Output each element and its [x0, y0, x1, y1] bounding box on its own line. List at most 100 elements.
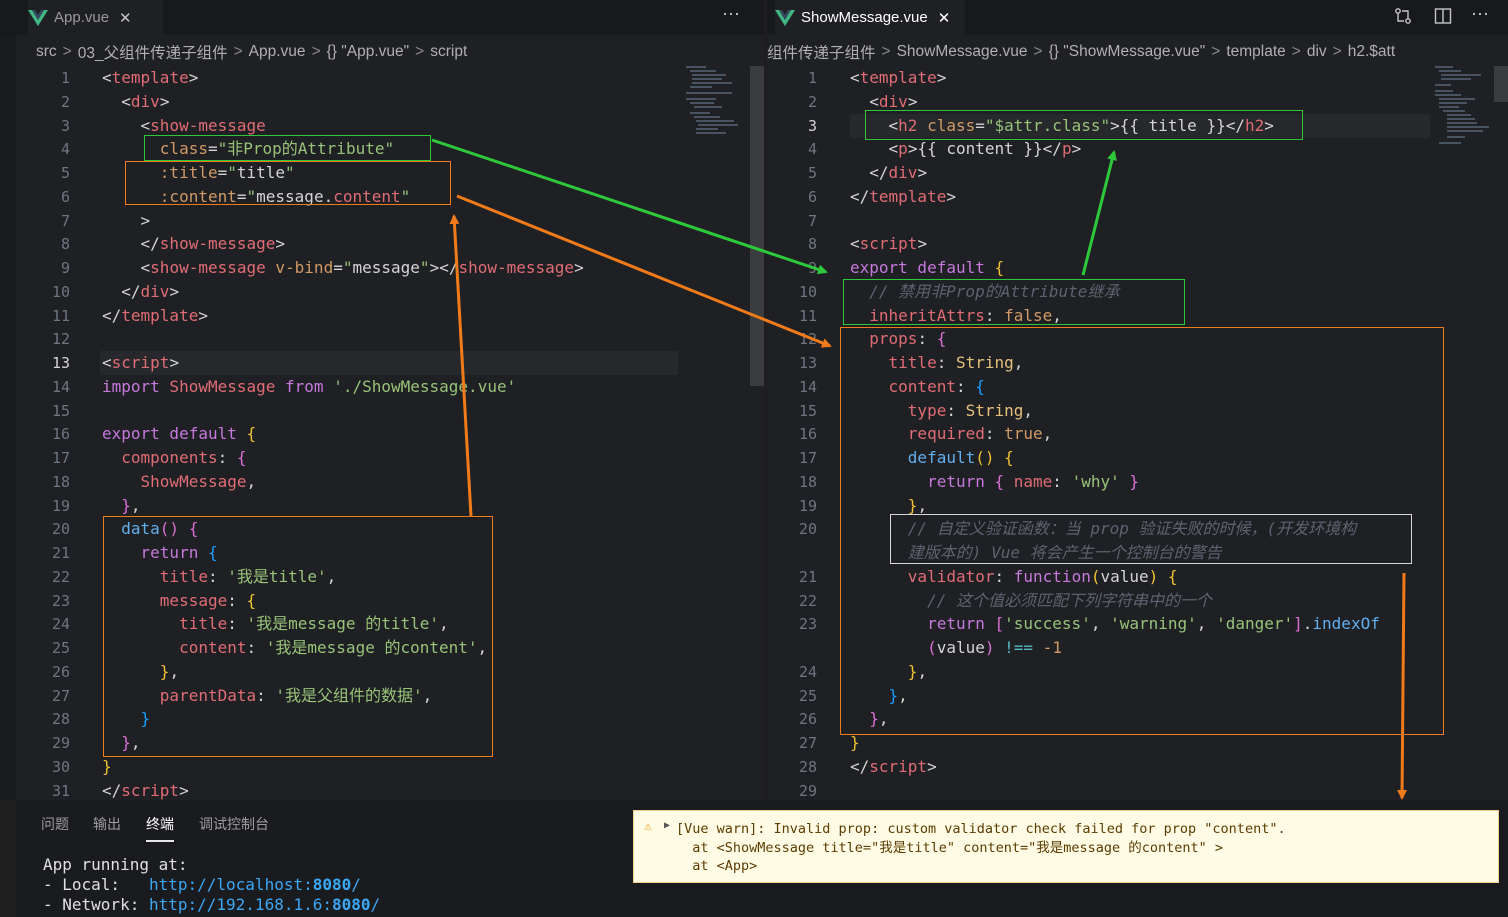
breadcrumb-item[interactable]: ShowMessage.vue — [897, 43, 1028, 61]
code-line[interactable]: 4 <p>{{ content }}</p> — [767, 137, 1508, 161]
code-line[interactable]: 12 props: { — [767, 327, 1508, 351]
code-line[interactable]: 23 return ['success', 'warning', 'danger… — [767, 612, 1508, 636]
code-token: () — [160, 519, 179, 538]
breadcrumb-item[interactable]: {} "App.vue" — [327, 43, 410, 61]
tab-output[interactable]: 输出 — [93, 814, 121, 834]
code-line[interactable]: 30} — [0, 755, 764, 779]
code-line[interactable]: 18 ShowMessage, — [0, 470, 764, 494]
tab-problems[interactable]: 问题 — [41, 814, 69, 834]
code-line[interactable]: 17 default() { — [767, 446, 1508, 470]
line-number: 5 — [30, 161, 70, 185]
code-line[interactable]: 26 }, — [0, 660, 764, 684]
code-line[interactable]: 22 // 这个值必须匹配下列字符串中的一个 — [767, 589, 1508, 613]
code-token: indexOf — [1312, 614, 1379, 633]
breadcrumb-item[interactable]: h2.$att — [1348, 43, 1395, 61]
code-line[interactable]: 8<script> — [767, 232, 1508, 256]
breadcrumb-item[interactable]: src — [36, 43, 57, 61]
terminal-link[interactable]: / — [371, 895, 381, 914]
code-line[interactable]: 6</template> — [767, 185, 1508, 209]
code-token: < — [850, 139, 898, 158]
breadcrumb-item[interactable]: div — [1307, 43, 1327, 61]
code-line[interactable]: 28 } — [0, 707, 764, 731]
code-line[interactable]: 14 content: { — [767, 375, 1508, 399]
terminal-link[interactable]: http://localhost: — [149, 875, 313, 894]
code-line[interactable]: 13<script> — [0, 351, 764, 375]
code-line[interactable]: 20 data() { — [0, 517, 764, 541]
code-line[interactable]: 5 </div> — [767, 161, 1508, 185]
tab-app-vue[interactable]: App.vue ✕ — [28, 0, 163, 35]
vertical-scrollbar[interactable] — [750, 66, 764, 386]
tab-showmessage-vue[interactable]: ShowMessage.vue ✕ — [775, 0, 965, 35]
breadcrumb-item[interactable]: 03_父组件传递子组件 — [78, 41, 228, 63]
code-line[interactable]: 28</script> — [767, 755, 1508, 779]
code-line[interactable]: 16 required: true, — [767, 422, 1508, 446]
code-line[interactable]: 1<template> — [0, 66, 764, 90]
vertical-scrollbar[interactable] — [1494, 66, 1508, 102]
code-line[interactable]: 1<template> — [767, 66, 1508, 90]
breadcrumb-item[interactable]: script — [430, 43, 467, 61]
code-line[interactable]: 20 // 自定义验证函数：当 prop 验证失败的时候，(开发环境构 — [767, 517, 1508, 541]
code-line[interactable]: 3 <h2 class="$attr.class">{{ title }}</h… — [767, 114, 1508, 138]
code-line[interactable]: 19 }, — [0, 494, 764, 518]
code-line[interactable]: 6 :content="message.content" — [0, 185, 764, 209]
terminal-link[interactable]: / — [351, 875, 361, 894]
code-line[interactable]: 7 > — [0, 209, 764, 233]
code-line[interactable]: 12 — [0, 327, 764, 351]
code-line[interactable]: 27 parentData: '我是父组件的数据', — [0, 684, 764, 708]
code-line[interactable]: 7 — [767, 209, 1508, 233]
compare-changes-icon[interactable] — [1394, 7, 1412, 25]
code-line[interactable]: 14import ShowMessage from './ShowMessage… — [0, 375, 764, 399]
split-editor-icon[interactable] — [1434, 7, 1452, 25]
expand-triangle-icon[interactable]: ▶ — [664, 820, 670, 831]
code-line[interactable]: 27} — [767, 731, 1508, 755]
code-line[interactable]: 9 <show-message v-bind="message"></show-… — [0, 256, 764, 280]
code-line[interactable]: 16export default { — [0, 422, 764, 446]
breadcrumb-item[interactable]: {} "ShowMessage.vue" — [1049, 43, 1206, 61]
code-line[interactable]: 25 }, — [767, 684, 1508, 708]
breadcrumb-item[interactable]: App.vue — [249, 43, 306, 61]
code-line[interactable]: 25 content: '我是message 的content', — [0, 636, 764, 660]
line-number: 3 — [777, 114, 817, 138]
code-line[interactable]: 3 <show-message — [0, 114, 764, 138]
breadcrumb-item[interactable]: 组件传递子组件 — [767, 41, 876, 63]
code-line[interactable]: 29 }, — [0, 731, 764, 755]
code-line[interactable]: 11 inheritAttrs: false, — [767, 304, 1508, 328]
code-line[interactable]: 2 <div> — [0, 90, 764, 114]
tab-debug-console[interactable]: 调试控制台 — [199, 814, 269, 834]
code-line[interactable]: 5 :title="title" — [0, 161, 764, 185]
code-line[interactable]: 17 components: { — [0, 446, 764, 470]
terminal-link[interactable]: 8080 — [332, 895, 371, 914]
code-line[interactable]: 18 return { name: 'why' } — [767, 470, 1508, 494]
breadcrumb-item[interactable]: template — [1226, 43, 1285, 61]
more-actions-icon[interactable]: ⋯ — [722, 4, 741, 25]
close-icon[interactable]: ✕ — [119, 9, 132, 27]
code-line[interactable]: 31</script> — [0, 779, 764, 801]
more-actions-icon[interactable]: ⋯ — [1471, 4, 1490, 25]
code-line[interactable]: 15 type: String, — [767, 399, 1508, 423]
code-line[interactable]: 15 — [0, 399, 764, 423]
code-line[interactable]: 2 <div> — [767, 90, 1508, 114]
terminal-link[interactable]: http://192.168.1.6: — [149, 895, 332, 914]
code-line[interactable]: 19 }, — [767, 494, 1508, 518]
code-line[interactable]: 4 class="非Prop的Attribute" — [0, 137, 764, 161]
code-line[interactable]: 11</template> — [0, 304, 764, 328]
code-line[interactable]: 22 title: '我是title', — [0, 565, 764, 589]
code-line[interactable]: 21 validator: function(value) { — [767, 565, 1508, 589]
code-line[interactable]: 8 </show-message> — [0, 232, 764, 256]
code-line[interactable]: 建版本的) Vue 将会产生一个控制台的警告 — [767, 541, 1508, 565]
code-line[interactable]: 21 return { — [0, 541, 764, 565]
code-line[interactable]: (value) !== -1 — [767, 636, 1508, 660]
terminal-link[interactable]: 8080 — [313, 875, 352, 894]
code-line[interactable]: 10 // 禁用非Prop的Attribute继承 — [767, 280, 1508, 304]
code-line[interactable]: 29 — [767, 779, 1508, 801]
code-line[interactable]: 10 </div> — [0, 280, 764, 304]
code-line[interactable]: 24 }, — [767, 660, 1508, 684]
close-icon[interactable]: ✕ — [938, 9, 951, 27]
code-line[interactable]: 26 }, — [767, 707, 1508, 731]
tab-terminal[interactable]: 终端 — [146, 814, 174, 834]
code-line[interactable]: 9export default { — [767, 256, 1508, 280]
code-line[interactable]: 24 title: '我是message 的title', — [0, 612, 764, 636]
code-line[interactable]: 13 title: String, — [767, 351, 1508, 375]
code-line[interactable]: 23 message: { — [0, 589, 764, 613]
line-number: 31 — [30, 779, 70, 801]
